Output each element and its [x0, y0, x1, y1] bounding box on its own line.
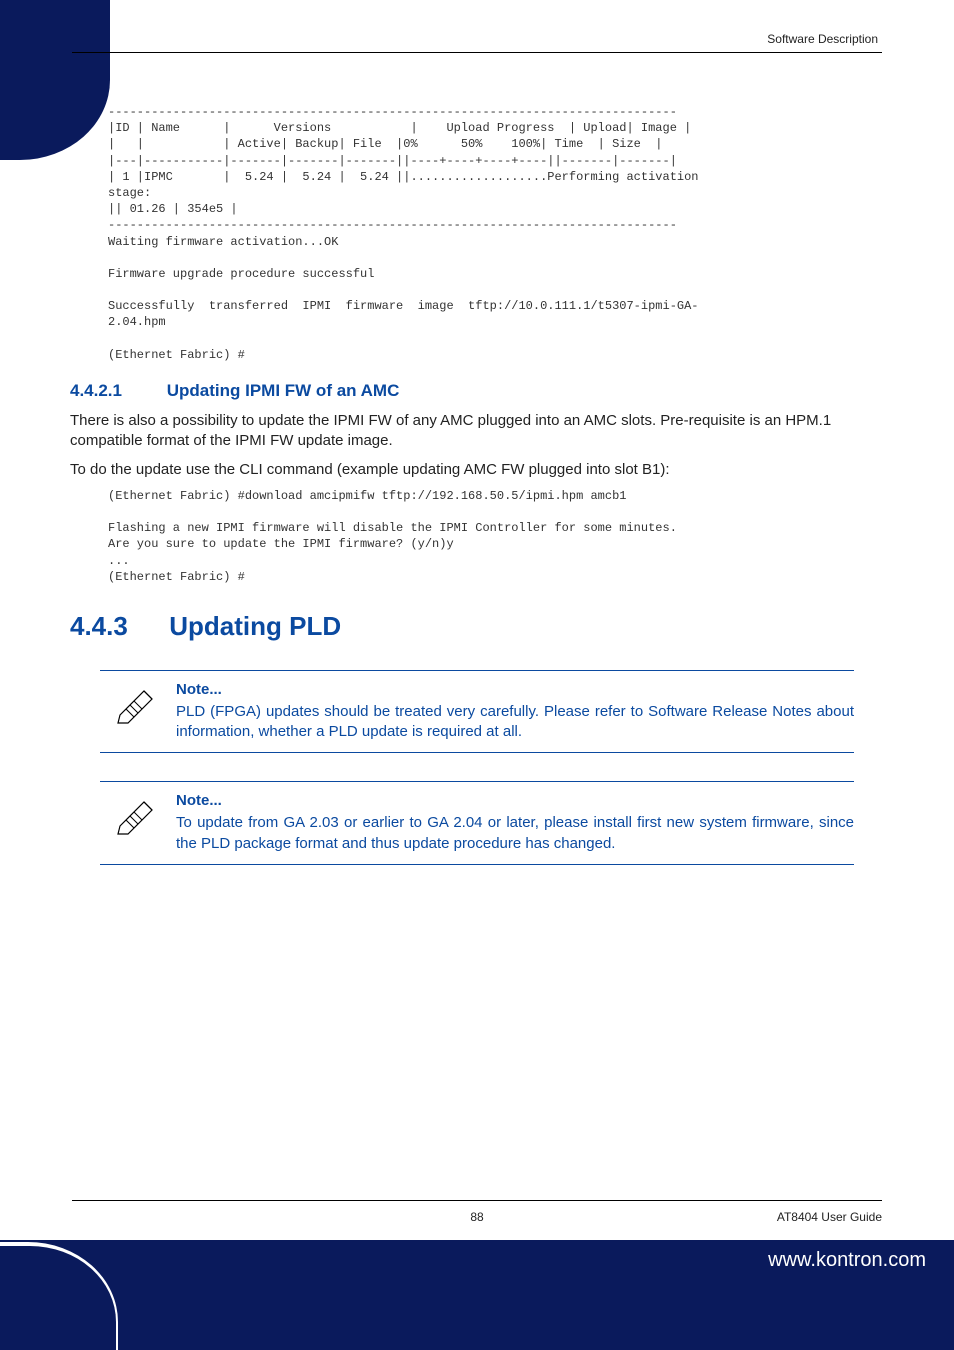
- footer-url: www.kontron.com: [768, 1249, 926, 1272]
- content-area: ----------------------------------------…: [70, 104, 884, 865]
- note-bottom-rule: [100, 752, 854, 753]
- note-text: Note... PLD (FPGA) updates should be tre…: [176, 681, 854, 743]
- note-text: Note... To update from GA 2.03 or earlie…: [176, 792, 854, 854]
- paragraph: There is also a possibility to update th…: [70, 411, 884, 452]
- section-title: Updating PLD: [169, 611, 341, 641]
- note-title: Note...: [176, 792, 854, 809]
- footer-doc-title: AT8404 User Guide: [777, 1210, 882, 1224]
- note-title: Note...: [176, 681, 854, 698]
- subsection-title: Updating IPMI FW of an AMC: [167, 381, 400, 400]
- paragraph: To do the update use the CLI command (ex…: [70, 460, 884, 480]
- section-number: 4.4.3: [70, 611, 162, 642]
- code-block-ipmi-upgrade: ----------------------------------------…: [108, 104, 884, 363]
- note-icon: [114, 681, 158, 725]
- note-box: Note... To update from GA 2.03 or earlie…: [100, 781, 854, 865]
- note-row: Note... PLD (FPGA) updates should be tre…: [100, 677, 854, 753]
- note-icon: [114, 792, 158, 836]
- note-row: Note... To update from GA 2.03 or earlie…: [100, 788, 854, 864]
- footer-curve-decoration: [0, 1242, 118, 1350]
- code-block-amc-update: (Ethernet Fabric) #download amcipmifw tf…: [108, 488, 884, 585]
- note-top-rule: [100, 781, 854, 782]
- subsection-heading: 4.4.2.1 Updating IPMI FW of an AMC: [70, 381, 884, 401]
- note-top-rule: [100, 670, 854, 671]
- subsection-number: 4.4.2.1: [70, 381, 162, 401]
- section-heading: 4.4.3 Updating PLD: [70, 611, 884, 642]
- note-bottom-rule: [100, 864, 854, 865]
- footer: 88 AT8404 User Guide www.kontron.com: [0, 1200, 954, 1350]
- note-body: To update from GA 2.03 or earlier to GA …: [176, 813, 854, 854]
- note-body: PLD (FPGA) updates should be treated ver…: [176, 702, 854, 743]
- page: Software Description -------------------…: [0, 0, 954, 1350]
- footer-band: www.kontron.com: [0, 1240, 954, 1350]
- footer-rule: [72, 1200, 882, 1201]
- note-box: Note... PLD (FPGA) updates should be tre…: [100, 670, 854, 754]
- header-section-label: Software Description: [767, 32, 878, 46]
- header-rule: [72, 52, 882, 53]
